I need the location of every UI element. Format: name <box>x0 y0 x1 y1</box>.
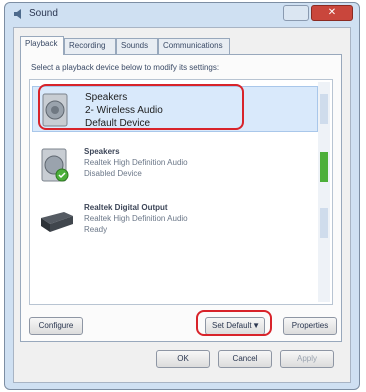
digital-output-icon <box>40 204 73 238</box>
set-default-button[interactable]: Set Default ▼ <box>205 317 265 335</box>
title-bar[interactable]: Sound ✕ <box>5 3 359 25</box>
device-description: Realtek High Definition Audio <box>84 214 188 223</box>
speaker-icon <box>13 7 25 19</box>
speaker-device-icon <box>41 93 71 127</box>
dropdown-arrow-icon[interactable]: ▼ <box>252 318 260 334</box>
speaker-device-icon <box>40 148 70 182</box>
device-text: Speakers Realtek High Definition Audio D… <box>84 146 188 179</box>
device-name: Speakers <box>85 92 128 103</box>
device-name: Speakers <box>84 147 120 156</box>
tab-playback[interactable]: Playback <box>20 36 64 55</box>
level-meter-column <box>318 82 330 302</box>
device-name: Realtek Digital Output <box>84 203 168 212</box>
device-item-wireless-speakers[interactable]: Speakers 2- Wireless Audio Default Devic… <box>32 86 318 132</box>
device-item-digital-output[interactable]: Realtek Digital Output Realtek High Defi… <box>32 198 318 244</box>
configure-button[interactable]: Configure <box>29 317 83 335</box>
window-title: Sound <box>29 8 58 19</box>
level-meter <box>320 94 328 124</box>
device-status: Ready <box>84 225 108 234</box>
device-description: 2- Wireless Audio <box>85 105 163 116</box>
device-text: Speakers 2- Wireless Audio Default Devic… <box>85 91 163 130</box>
cancel-button[interactable]: Cancel <box>218 350 272 368</box>
ok-button[interactable]: OK <box>156 350 210 368</box>
level-meter-active <box>320 152 328 182</box>
apply-button[interactable]: Apply <box>280 350 334 368</box>
properties-button[interactable]: Properties <box>283 317 337 335</box>
level-meter <box>320 208 328 238</box>
tab-recording[interactable]: Recording <box>64 38 116 54</box>
device-list[interactable]: Speakers 2- Wireless Audio Default Devic… <box>29 79 333 305</box>
minimize-button[interactable] <box>283 5 309 21</box>
device-item-speakers[interactable]: Speakers Realtek High Definition Audio D… <box>32 142 318 188</box>
device-description: Realtek High Definition Audio <box>84 158 188 167</box>
instruction-text: Select a playback device below to modify… <box>31 63 220 72</box>
set-default-label: Set Default <box>212 321 252 330</box>
tab-sounds[interactable]: Sounds <box>116 38 158 54</box>
device-text: Realtek Digital Output Realtek High Defi… <box>84 202 188 235</box>
tab-communications[interactable]: Communications <box>158 38 230 54</box>
device-status: Disabled Device <box>84 169 142 178</box>
close-button[interactable]: ✕ <box>311 5 353 21</box>
sound-dialog: Sound ✕ Playback Recording Sounds Commun… <box>4 2 360 390</box>
dialog-body: Playback Recording Sounds Communications… <box>13 27 351 383</box>
device-status: Default Device <box>85 118 151 129</box>
playback-panel: Select a playback device below to modify… <box>20 54 342 342</box>
close-icon: ✕ <box>327 7 337 18</box>
